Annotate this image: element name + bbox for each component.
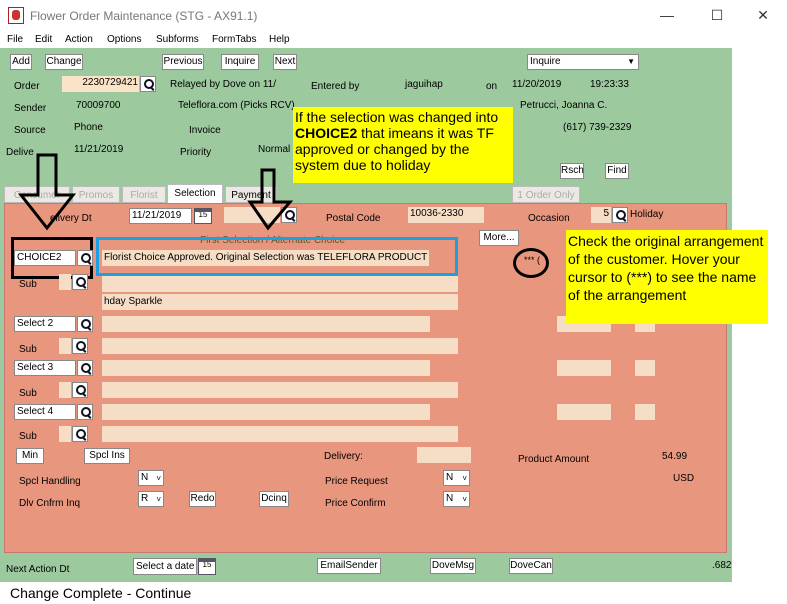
down-arrow-icon: [247, 168, 294, 231]
annotation-arrows: [17, 153, 294, 231]
down-arrow-icon: [17, 153, 77, 231]
